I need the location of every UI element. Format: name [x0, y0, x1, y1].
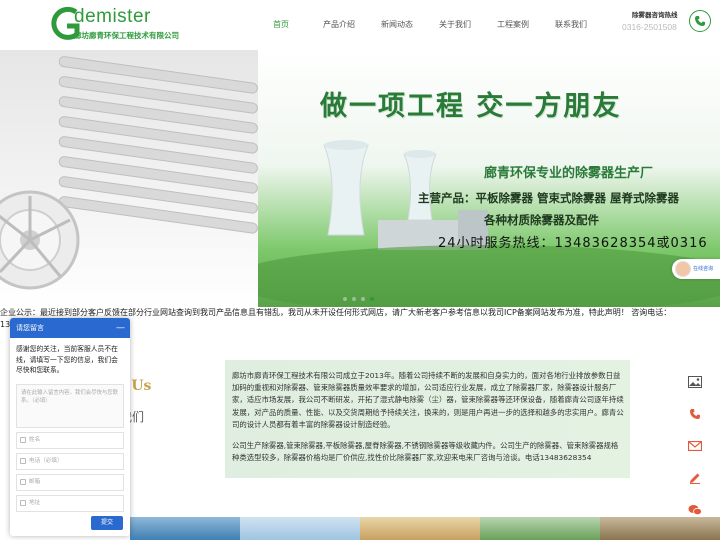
- wechat-icon[interactable]: [680, 494, 710, 526]
- banner-service-line: 24小时服务热线：13483628354或0316: [438, 236, 708, 251]
- demister-blades-graphic: [0, 56, 258, 290]
- logo-word: demister: [74, 6, 151, 27]
- mail-icon[interactable]: [680, 430, 710, 462]
- phone-icon[interactable]: [680, 398, 710, 430]
- chat-name-placeholder: 姓名: [29, 436, 41, 443]
- image-icon[interactable]: [680, 366, 710, 398]
- case-image-2[interactable]: [240, 517, 360, 540]
- nav-news[interactable]: 新闻动态: [368, 16, 426, 34]
- hero-banner[interactable]: 做一项工程 交一方朋友 廊青环保专业的除雾器生产厂 主营产品：平板除雾器 管束式…: [0, 50, 720, 307]
- mail-icon: [20, 478, 26, 485]
- chat-email-placeholder: 邮箱: [29, 478, 41, 485]
- nav-about[interactable]: 关于我们: [426, 16, 484, 34]
- main-nav: 首页 产品介绍 新闻动态 关于我们 工程案例 联系我们: [252, 16, 600, 34]
- carousel-dot[interactable]: [343, 297, 347, 301]
- carousel-dot-active[interactable]: [370, 297, 374, 301]
- nav-home[interactable]: 首页: [252, 16, 310, 34]
- chat-phone-placeholder: 电话（必填）: [29, 457, 63, 464]
- chat-submit-button[interactable]: 提交: [91, 516, 123, 530]
- about-paragraph-2: 公司生产除雾器,管束除雾器,平板除雾器,屋脊除雾器,不锈钢除雾器等级收藏内件。公…: [232, 441, 619, 463]
- chat-greeting: 感谢您的关注，当前客服人员不在线，请填写一下您的信息，我们会尽快和您联系。: [16, 345, 118, 374]
- edit-icon[interactable]: [680, 462, 710, 494]
- chat-address-field[interactable]: 地址: [16, 494, 124, 512]
- minimize-icon[interactable]: —: [116, 318, 125, 338]
- nav-contact[interactable]: 联系我们: [542, 16, 600, 34]
- online-consult-label: 在线咨询: [693, 266, 714, 272]
- case-image-1[interactable]: [130, 517, 240, 540]
- nav-cases[interactable]: 工程案例: [484, 16, 542, 34]
- nav-products[interactable]: 产品介绍: [310, 16, 368, 34]
- chat-name-field[interactable]: 姓名: [16, 431, 124, 449]
- banner-main-products: 主营产品：平板除雾器 管束式除雾器 屋脊式除雾器: [418, 191, 680, 205]
- banner-product-photo: [0, 50, 258, 307]
- logo[interactable]: demister 廊坊廊青环保工程技术有限公司: [50, 4, 190, 44]
- banner-subheadline: 廊青环保专业的除雾器生产厂: [484, 166, 654, 181]
- chat-message-popup: 请您留言 — 感谢您的关注，当前客服人员不在线，请填写一下您的信息，我们会尽快和…: [10, 318, 130, 536]
- chat-message-input[interactable]: 请在此输入留言内容，我们会尽快与您联系。（必填）: [16, 383, 124, 428]
- logo-company-name: 廊坊廊青环保工程技术有限公司: [74, 31, 179, 40]
- online-consult-badge[interactable]: 在线咨询: [672, 259, 720, 279]
- case-image-3[interactable]: [360, 517, 480, 540]
- banner-headline: 做一项工程 交一方朋友: [320, 91, 622, 122]
- carousel-dot[interactable]: [352, 297, 356, 301]
- carousel-dot[interactable]: [361, 297, 365, 301]
- about-paragraph-1: 廊坊市廊青环保工程技术有限公司成立于2013年。随着公司持续不断的发展和自身实力…: [232, 371, 624, 429]
- chat-phone-field[interactable]: 电话（必填）: [16, 452, 124, 470]
- avatar: [675, 261, 691, 277]
- banner-materials: 各种材质除雾器及配件: [484, 213, 599, 227]
- phone-icon[interactable]: [689, 10, 711, 32]
- chat-email-field[interactable]: 邮箱: [16, 473, 124, 491]
- user-icon: [20, 436, 26, 443]
- case-image-4[interactable]: [480, 517, 600, 540]
- phone-icon: [20, 457, 26, 464]
- carousel-dots: [343, 297, 374, 301]
- chat-header: 请您留言 —: [10, 318, 130, 338]
- chat-title: 请您留言: [16, 324, 44, 332]
- location-icon: [20, 499, 26, 506]
- chat-address-placeholder: 地址: [29, 499, 41, 506]
- site-header: demister 廊坊廊青环保工程技术有限公司 首页 产品介绍 新闻动态 关于我…: [0, 0, 720, 50]
- side-toolbar: [680, 366, 710, 526]
